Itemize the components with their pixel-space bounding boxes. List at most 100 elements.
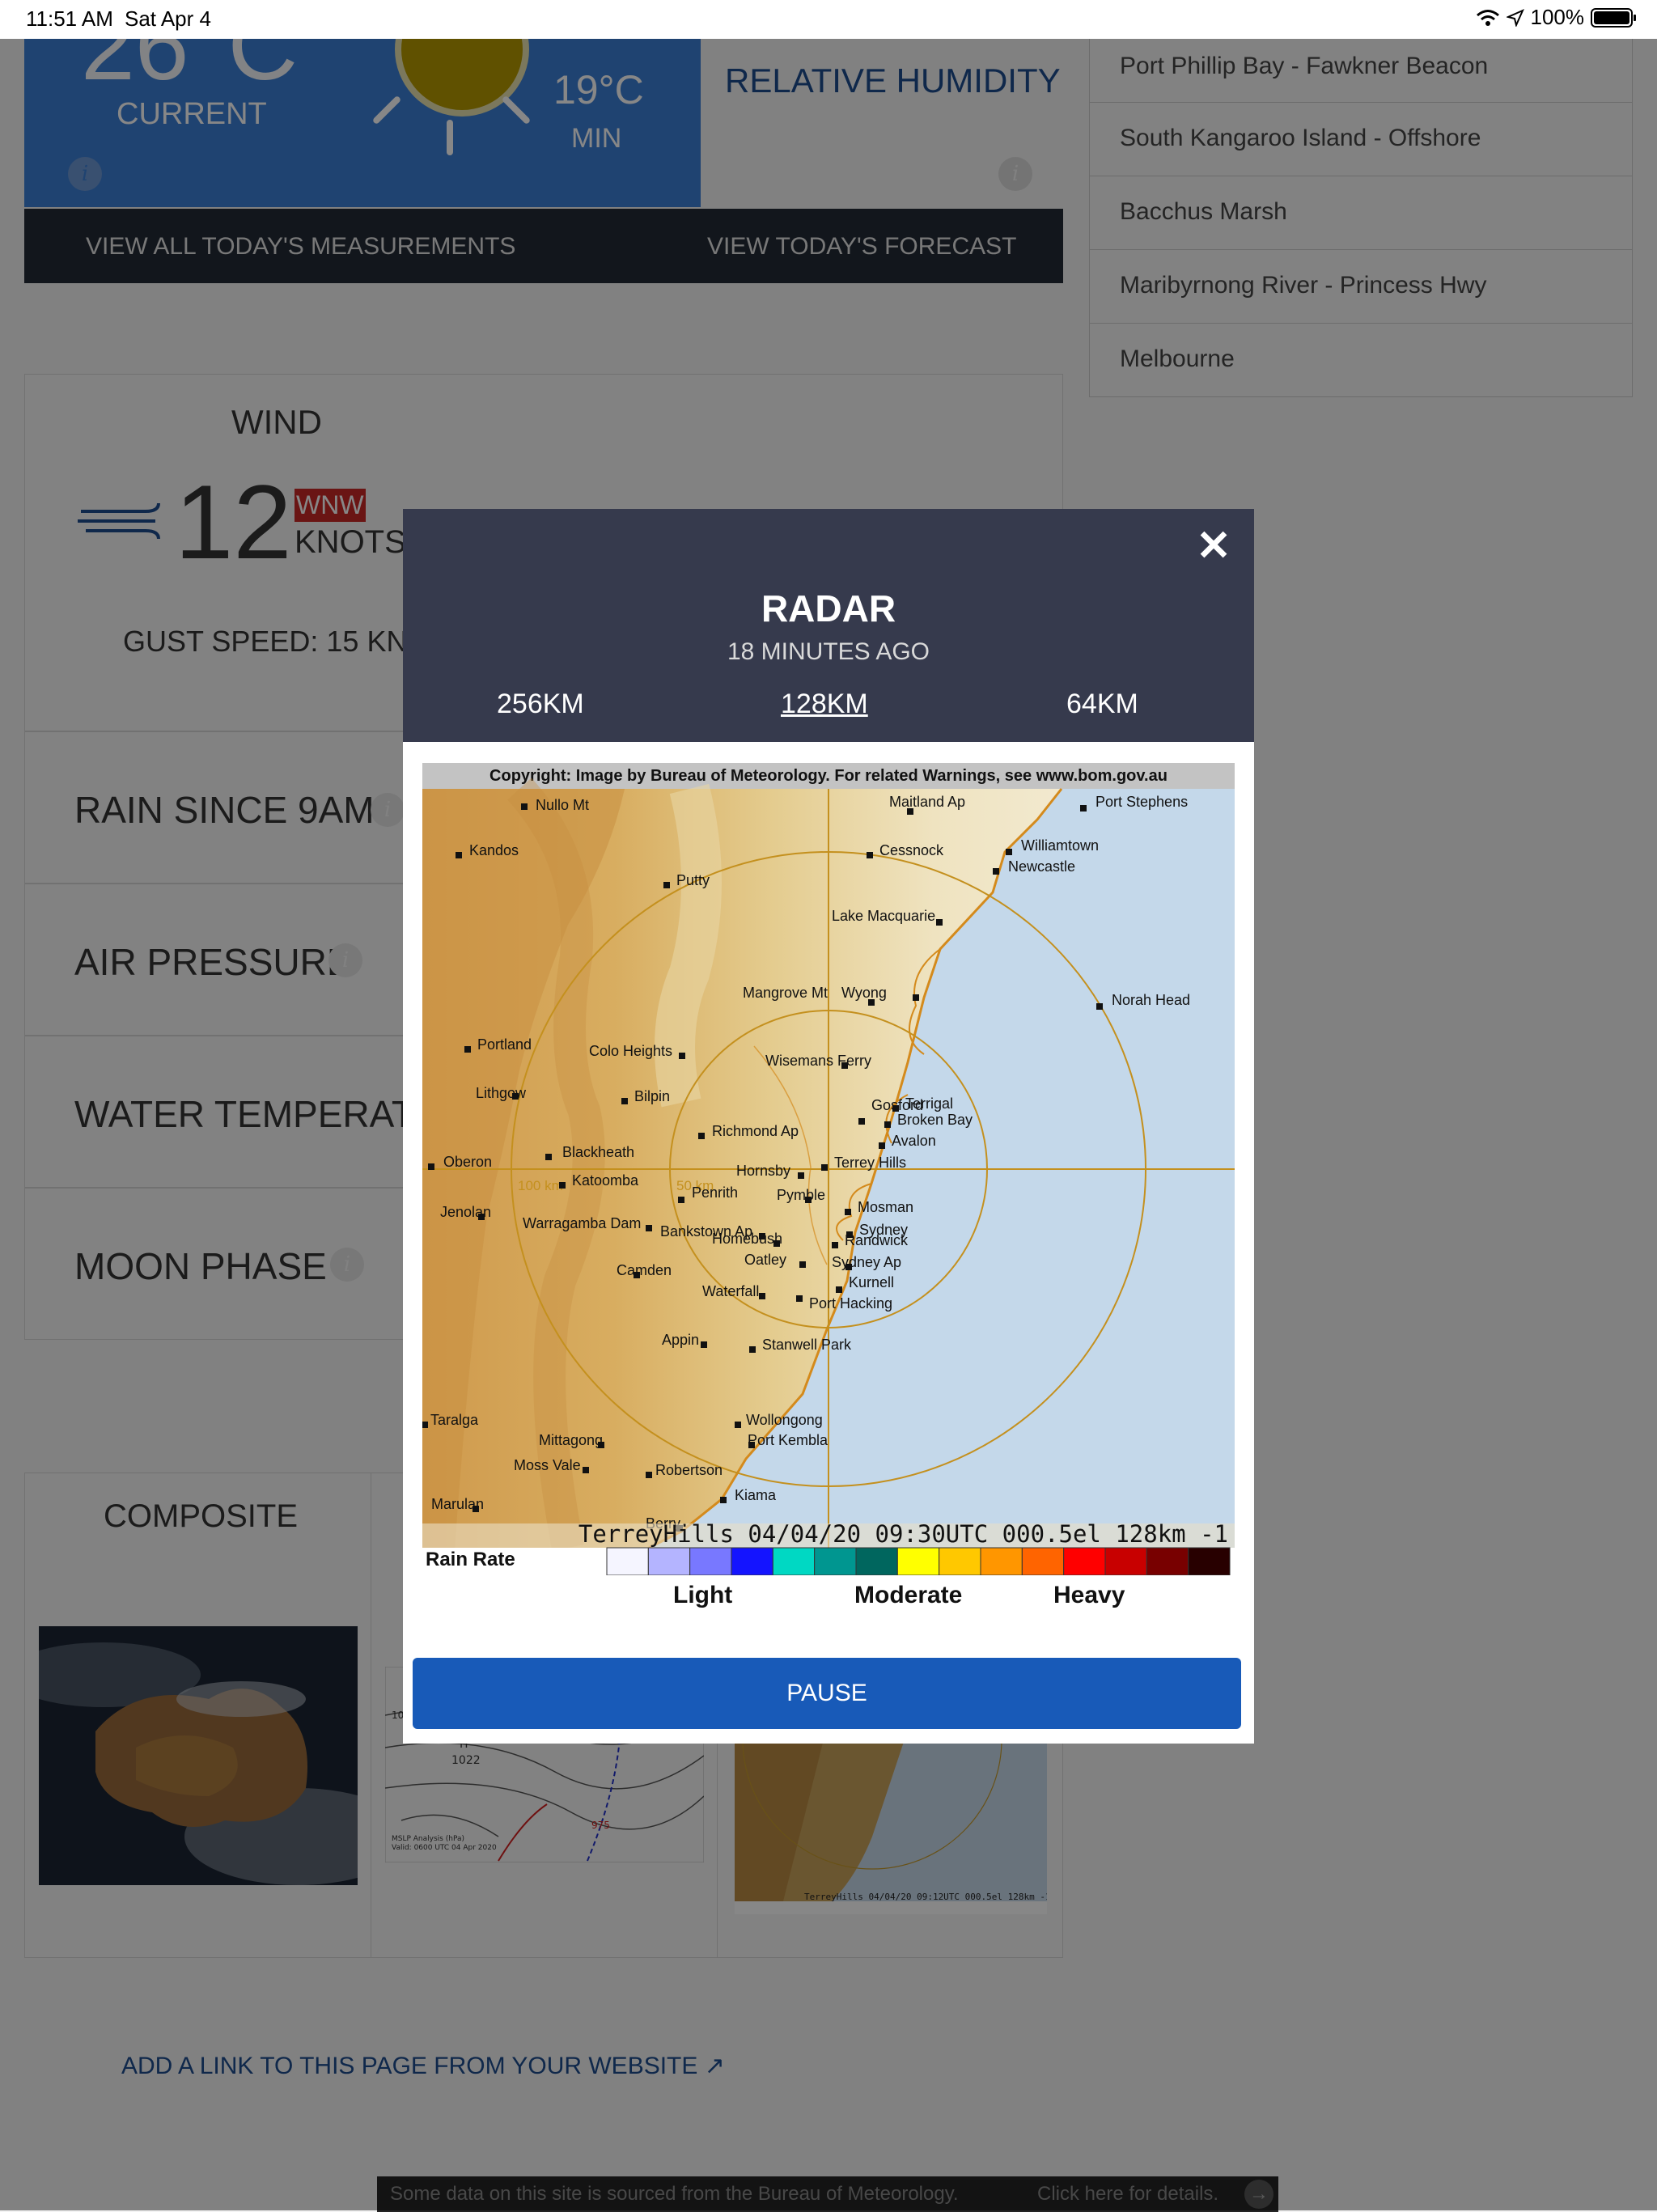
legend-swatch [1104,1547,1147,1575]
place-label: Terrey Hills [834,1155,906,1171]
place-marker [798,1172,804,1179]
place-label: Colo Heights [589,1043,672,1059]
place-label: Pymble [777,1187,825,1203]
legend-swatch [814,1547,857,1575]
place-marker [799,1261,806,1268]
place-marker [663,882,670,888]
place-label: Mangrove Mt [743,985,828,1001]
place-label: Wollongong [746,1412,823,1428]
place-marker [1080,805,1087,811]
place-label: Broken Bay [897,1112,973,1128]
place-label: Oberon [443,1154,492,1170]
place-marker [832,1242,838,1248]
place-label: Marulan [431,1496,484,1512]
battery-icon [1591,7,1636,28]
place-marker [845,1209,851,1215]
legend-swatch [855,1547,898,1575]
place-label: Taralga [430,1412,479,1428]
place-label: Mosman [858,1199,913,1215]
place-label: Williamtown [1021,837,1099,854]
legend-swatch [980,1547,1023,1575]
place-marker [701,1341,707,1348]
place-label: Appin [662,1332,699,1348]
place-marker [884,1121,891,1128]
legend-swatch [896,1547,940,1575]
place-label: Cessnock [879,842,944,858]
legend-swatch [939,1547,981,1575]
place-marker [821,1164,828,1171]
place-marker [892,1105,899,1112]
legend-swatch [1021,1547,1065,1575]
place-label: Blackheath [562,1144,634,1160]
legend-swatch [772,1547,816,1575]
place-marker [559,1182,566,1189]
place-marker [1006,849,1012,855]
legend-swatch [606,1547,649,1575]
radar-modal: ✕ RADAR 18 MINUTES AGO 256KM 128KM 64KM … [403,509,1254,1744]
place-label: Jenolan [440,1204,491,1220]
place-marker [993,868,999,875]
place-label: Kandos [469,842,519,858]
place-label: Randwick [845,1232,909,1248]
place-marker [1096,1003,1103,1010]
place-label: Portland [477,1036,532,1053]
modal-header: ✕ RADAR 18 MINUTES AGO 256KM 128KM 64KM [403,509,1254,742]
place-marker [521,803,528,810]
place-label: Warragamba Dam [523,1215,641,1231]
place-label: Nullo Mt [536,797,589,813]
legend-swatch [647,1547,691,1575]
place-marker [621,1098,628,1104]
place-label: Camden [617,1262,672,1278]
place-label: Port Stephens [1095,794,1188,810]
place-marker [456,852,462,858]
legend-light: Light [673,1582,733,1608]
place-label: Putty [676,872,710,888]
legend-swatch [1146,1547,1189,1575]
place-label: Terrigal [905,1095,953,1112]
legend-moderate: Moderate [854,1582,963,1608]
place-label: Waterfall [702,1283,759,1299]
status-bar: 11:51 AM Sat Apr 4 100% [0,0,1657,39]
range-64km[interactable]: 64KM [1066,689,1138,720]
rain-rate-legend [606,1547,1231,1575]
place-marker [749,1346,756,1353]
battery-percent: 100% [1530,5,1585,29]
range-128km[interactable]: 128KM [781,689,868,720]
radar-image: Copyright: Image by Bureau of Meteorolog… [422,763,1235,1575]
place-label: Stanwell Park [762,1337,852,1353]
place-marker [583,1467,589,1473]
legend-labels: Light Moderate Heavy [422,1575,1235,1632]
place-marker [720,1497,727,1503]
range-256km[interactable]: 256KM [497,689,584,720]
place-marker [867,852,873,858]
place-label: Penrith [692,1184,738,1201]
place-marker [428,1163,434,1170]
legend-heavy: Heavy [1053,1582,1125,1608]
modal-title: RADAR [761,587,896,629]
place-label: Avalon [892,1133,936,1149]
place-label: Wyong [841,985,887,1001]
legend-swatch [731,1547,773,1575]
radar-copyright: Copyright: Image by Bureau of Meteorolog… [489,767,1168,785]
legend-swatch [689,1547,732,1575]
place-label: Norah Head [1112,992,1190,1008]
place-marker [836,1286,842,1293]
legend-swatch [1063,1547,1106,1575]
place-label: Lake Macquarie [832,908,935,924]
place-label: Wisemans Ferry [765,1053,871,1069]
place-label: Port Kembla [748,1432,828,1448]
place-label: Richmond Ap [712,1123,799,1139]
place-label: Bankstown Ap [660,1223,752,1239]
status-time: 11:51 AM [26,6,113,31]
location-arrow-icon [1506,8,1524,27]
close-icon[interactable]: ✕ [1194,525,1233,567]
place-marker [464,1046,471,1053]
place-label: Bilpin [634,1088,670,1104]
place-marker [545,1154,552,1160]
place-label: Newcastle [1008,858,1075,875]
rain-rate-title: Rain Rate [426,1549,515,1570]
place-marker [678,1197,684,1203]
pause-button[interactable]: PAUSE [413,1658,1241,1729]
place-label: Mittagong [539,1432,603,1448]
place-label: Robertson [655,1462,723,1478]
